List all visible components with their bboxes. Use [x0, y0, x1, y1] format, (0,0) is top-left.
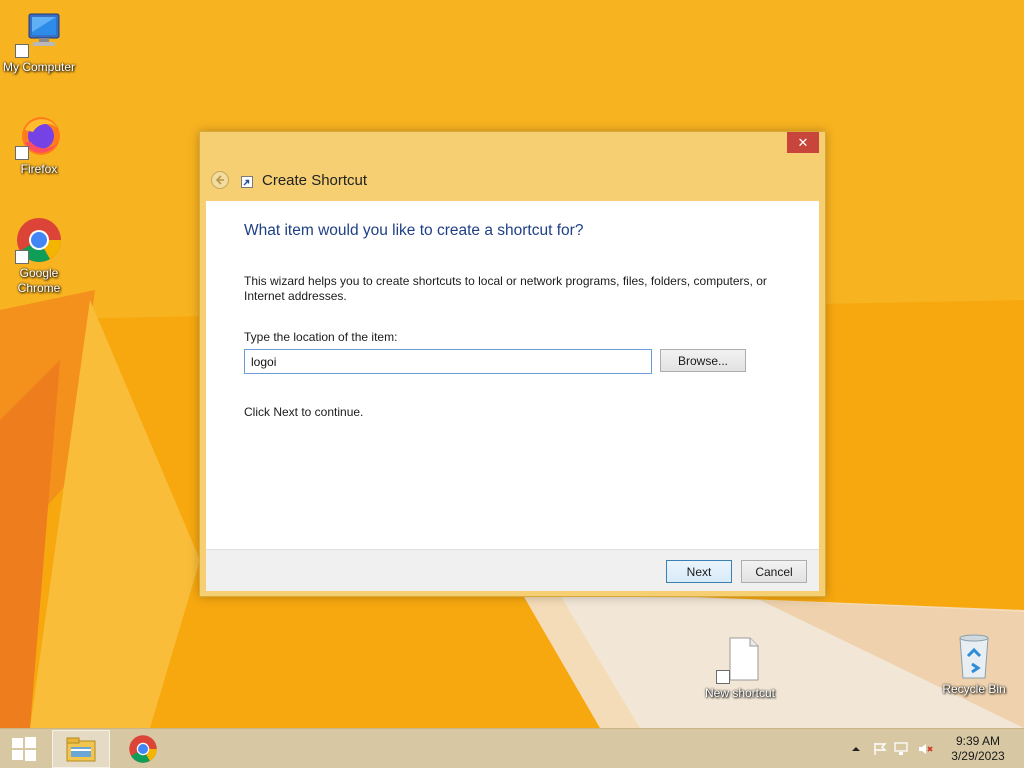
- location-label: Type the location of the item:: [244, 330, 398, 344]
- recycle-bin-icon: [950, 632, 998, 680]
- shortcut-arrow-icon: [15, 146, 29, 160]
- desktop-icon-new-shortcut[interactable]: New shortcut: [702, 636, 778, 701]
- continue-hint: Click Next to continue.: [244, 405, 364, 419]
- clock[interactable]: 9:39 AM 3/29/2023: [950, 734, 1006, 764]
- shortcut-arrow-icon: [15, 44, 29, 58]
- dialog-title-bar: Create Shortcut: [206, 166, 706, 194]
- next-button[interactable]: Next: [666, 560, 732, 583]
- system-tray: 9:39 AM 3/29/2023: [834, 729, 1024, 768]
- shortcut-arrow-icon: [716, 670, 730, 684]
- cancel-button[interactable]: Cancel: [741, 560, 807, 583]
- create-shortcut-dialog: ✕ Create Shortcut What item would you li…: [199, 131, 826, 597]
- dialog-body: What item would you like to create a sho…: [206, 201, 819, 549]
- desktop-icon-recycle-bin[interactable]: Recycle Bin: [936, 632, 1012, 697]
- close-button[interactable]: ✕: [787, 132, 819, 153]
- location-input[interactable]: [244, 349, 652, 374]
- desktop-icon-label: Recycle Bin: [942, 682, 1006, 696]
- dialog-title: Create Shortcut: [262, 171, 368, 189]
- taskbar-file-explorer[interactable]: [52, 730, 110, 768]
- chrome-icon: [15, 216, 63, 264]
- taskbar-google-chrome[interactable]: [114, 730, 172, 768]
- desktop-icon-label: My Computer: [2, 60, 76, 74]
- firefox-icon: [15, 112, 63, 160]
- shortcut-arrow-icon: [15, 250, 29, 264]
- blank-file-icon: [716, 636, 764, 684]
- browse-button[interactable]: Browse...: [660, 349, 746, 372]
- back-arrow-icon: [215, 175, 224, 185]
- start-button[interactable]: [0, 729, 48, 768]
- desktop-icon-firefox[interactable]: Firefox: [1, 112, 77, 177]
- chrome-icon: [129, 735, 157, 763]
- computer-icon: [15, 10, 63, 58]
- desktop-icon-label: Google Chrome: [17, 266, 61, 295]
- shortcut-icon: [241, 176, 253, 188]
- volume-muted-icon[interactable]: [918, 741, 934, 757]
- clock-date: 3/29/2023: [951, 749, 1005, 763]
- clock-time: 9:39 AM: [955, 734, 1001, 748]
- desktop-icon-google-chrome[interactable]: Google Chrome: [1, 216, 77, 296]
- windows-logo-icon: [12, 737, 36, 761]
- folder-icon: [66, 737, 96, 762]
- action-center-flag-icon[interactable]: [872, 741, 888, 757]
- desktop-icon-label: Firefox: [20, 162, 58, 176]
- desktop-icon-label: New shortcut: [704, 686, 776, 700]
- wizard-description: This wizard helps you to create shortcut…: [244, 274, 767, 303]
- show-hidden-icons-icon[interactable]: [848, 741, 864, 757]
- desktop-icon-my-computer[interactable]: My Computer: [1, 10, 77, 75]
- dialog-footer: Next Cancel: [206, 549, 819, 591]
- back-button[interactable]: [211, 171, 229, 189]
- taskbar: 9:39 AM 3/29/2023: [0, 728, 1024, 768]
- network-icon[interactable]: [894, 741, 910, 757]
- wizard-heading: What item would you like to create a sho…: [244, 222, 584, 239]
